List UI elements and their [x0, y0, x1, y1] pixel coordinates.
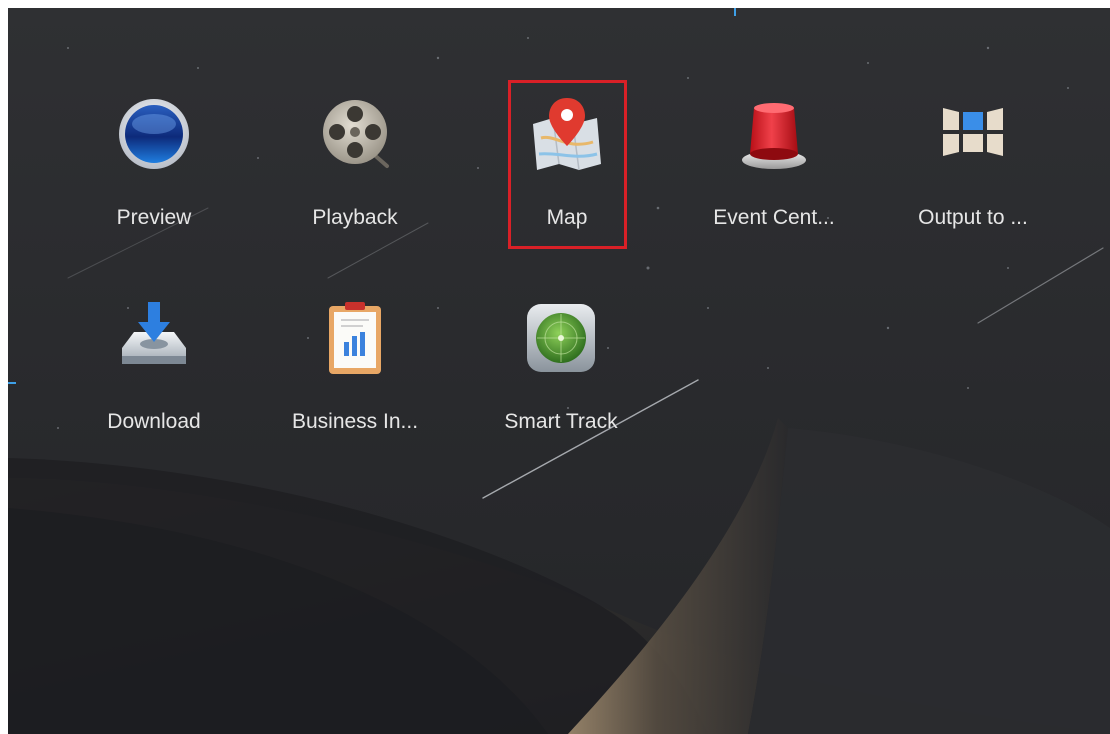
app-label-smart-track: Smart Track [504, 410, 618, 433]
radar-track-icon [521, 298, 601, 378]
app-tile-map[interactable]: Map [487, 94, 647, 284]
app-tile-download[interactable]: Download [74, 298, 234, 488]
app-label-playback: Playback [312, 206, 398, 229]
app-label-map: Map [546, 206, 588, 229]
app-tile-business-intelligence[interactable]: Business In... [275, 298, 435, 488]
map-pin-icon [527, 94, 607, 174]
app-tile-playback[interactable]: Playback [275, 94, 435, 284]
app-label-download: Download [107, 410, 201, 433]
app-label-business-intelligence: Business In... [291, 410, 419, 433]
download-drive-icon [114, 298, 194, 378]
alarm-light-icon [734, 94, 814, 174]
app-launcher-screen: Preview Playback Map Event Cent... Outpu… [8, 8, 1110, 734]
preview-globe-icon [114, 94, 194, 174]
app-tile-event-center[interactable]: Event Cent... [694, 94, 854, 284]
report-clipboard-icon [315, 298, 395, 378]
app-label-preview: Preview [116, 206, 192, 229]
app-label-output-to: Output to ... [918, 206, 1028, 229]
video-wall-icon [933, 94, 1013, 174]
film-reel-icon [315, 94, 395, 174]
app-tile-output-to[interactable]: Output to ... [893, 94, 1053, 284]
app-grid: Preview Playback Map Event Cent... Outpu… [8, 8, 1110, 734]
app-tile-preview[interactable]: Preview [74, 94, 234, 284]
app-label-event-center: Event Cent... [713, 206, 835, 229]
app-tile-smart-track[interactable]: Smart Track [481, 298, 641, 488]
